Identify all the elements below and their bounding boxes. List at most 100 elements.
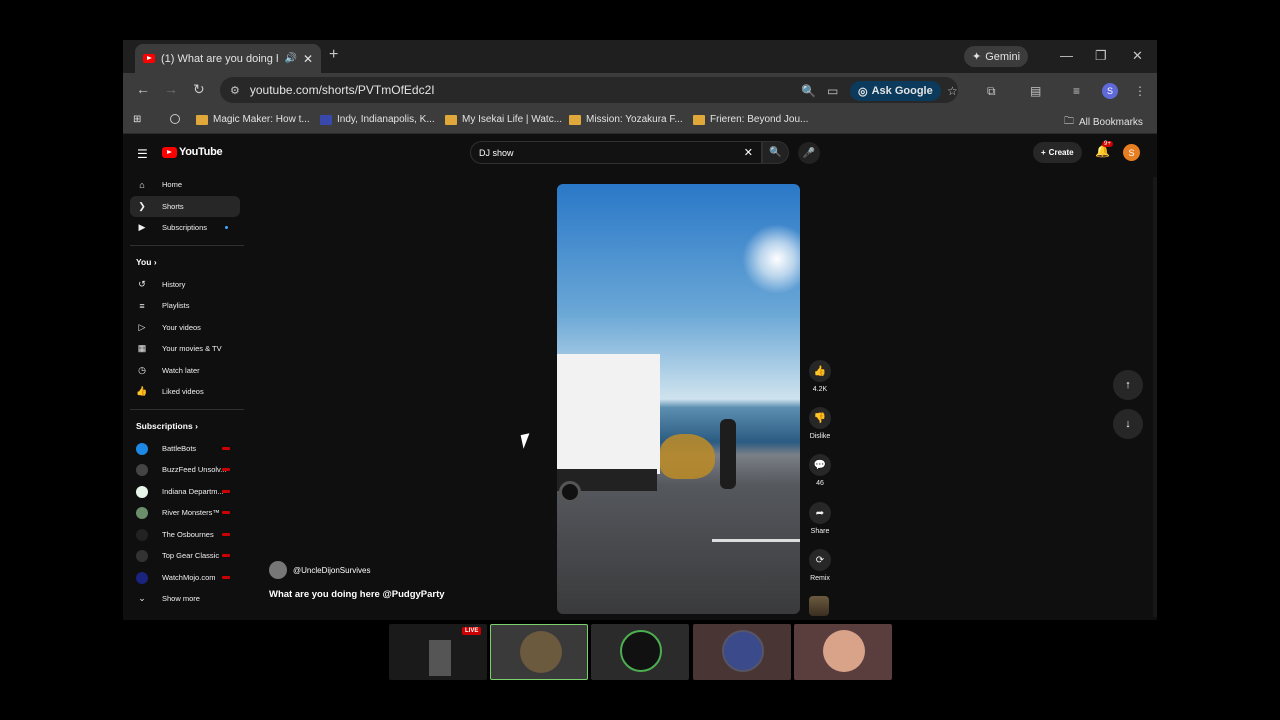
- subscription-watchmojo[interactable]: WatchMojo.com: [130, 567, 240, 588]
- bookmark-favicon-icon: [569, 114, 581, 125]
- tab-search-icon[interactable]: ▤: [1030, 84, 1041, 98]
- bookmark-favicon-icon: [693, 114, 705, 125]
- sidebar-item-subscriptions[interactable]: ▶ Subscriptions: [130, 217, 240, 238]
- forward-arrow-icon[interactable]: →: [164, 81, 178, 97]
- thumbs-up-icon: 👍: [809, 360, 831, 382]
- account-avatar[interactable]: S: [1123, 144, 1140, 161]
- tab-close-icon[interactable]: ✕: [303, 52, 313, 66]
- previous-short-button[interactable]: ↑: [1113, 370, 1143, 400]
- back-arrow-icon[interactable]: ←: [136, 81, 150, 97]
- reload-icon[interactable]: ↻: [193, 81, 205, 98]
- channel-avatar: [136, 463, 148, 476]
- chevron-down-icon: ⌄: [138, 593, 146, 603]
- restore-icon[interactable]: ❐: [1095, 48, 1107, 64]
- sidebar-item-home[interactable]: ⌂ Home: [130, 174, 240, 195]
- search-input[interactable]: DJ show ✕: [470, 141, 762, 164]
- comments-button[interactable]: 💬 46: [807, 454, 833, 487]
- subscription-top-gear[interactable]: Top Gear Classic: [130, 545, 240, 566]
- show-more-button[interactable]: ⌄ Show more: [130, 588, 240, 609]
- short-video-player[interactable]: [557, 184, 800, 614]
- audio-playing-icon[interactable]: 🔊: [284, 53, 296, 64]
- site-info-icon[interactable]: ⚙: [230, 84, 240, 97]
- bookmark-item[interactable]: Indy, Indianapolis, K...: [320, 114, 435, 125]
- bookmark-item[interactable]: Mission: Yozakura F...: [569, 114, 683, 125]
- folder-icon: 🗀: [1064, 116, 1074, 127]
- channel-avatar[interactable]: [269, 561, 287, 579]
- subscription-osbournes[interactable]: The Osbournes: [130, 524, 240, 545]
- browser-menu-icon[interactable]: ⋮: [1134, 84, 1146, 98]
- sidebar-item-shorts[interactable]: ❯ Shorts: [130, 196, 240, 217]
- share-button[interactable]: ➦ Share: [807, 502, 833, 535]
- subscription-battlebots[interactable]: BattleBots: [130, 438, 240, 459]
- gemini-label: Gemini: [985, 50, 1021, 63]
- like-button[interactable]: 👍 4.2K: [807, 360, 833, 393]
- search-value[interactable]: DJ show: [479, 148, 514, 158]
- voice-search-button[interactable]: 🎤: [798, 142, 820, 164]
- participant-tile[interactable]: [794, 624, 892, 680]
- sidebar-item-movies[interactable]: ▦ Your movies & TV: [130, 338, 240, 359]
- remix-icon: ⟳: [809, 549, 831, 571]
- participant-tile[interactable]: LIVE: [389, 624, 487, 680]
- you-heading[interactable]: You ›: [136, 257, 157, 267]
- participant-tile[interactable]: [591, 624, 689, 680]
- remix-button[interactable]: ⟳ Remix: [807, 549, 833, 582]
- gemini-button[interactable]: ✦ Gemini: [964, 46, 1029, 67]
- sound-thumbnail[interactable]: [809, 596, 829, 616]
- sidebar-item-playlists[interactable]: ≡ Playlists: [130, 295, 240, 316]
- sidebar-item-watch-later[interactable]: ◷ Watch later: [130, 360, 240, 381]
- subscription-indiana[interactable]: Indiana Departm...: [130, 481, 240, 502]
- bookmark-item[interactable]: Frieren: Beyond Jou...: [693, 114, 808, 125]
- browser-tab[interactable]: (1) What are you doing here 🔊 ✕: [135, 44, 321, 73]
- globe-icon[interactable]: [170, 114, 180, 124]
- create-button[interactable]: + Create: [1033, 142, 1082, 163]
- all-bookmarks[interactable]: 🗀 All Bookmarks: [1064, 114, 1143, 131]
- window-close-icon[interactable]: ✕: [1132, 48, 1143, 64]
- media-controls-icon[interactable]: ≡: [1073, 84, 1080, 98]
- shorts-icon: ❯: [138, 201, 146, 211]
- cast-icon[interactable]: ▭: [827, 84, 838, 98]
- scrollbar[interactable]: [1153, 177, 1157, 617]
- sidebar-item-your-videos[interactable]: ▷ Your videos: [130, 317, 240, 338]
- next-short-button[interactable]: ↓: [1113, 409, 1143, 439]
- gemini-sparkle-icon: ✦: [972, 51, 982, 63]
- subscription-river-monsters[interactable]: River Monsters™: [130, 502, 240, 523]
- thumbs-up-icon: 👍: [136, 386, 148, 396]
- plus-icon: +: [1041, 148, 1046, 157]
- search-page-icon[interactable]: 🔍: [801, 84, 816, 98]
- live-badge: LIVE: [462, 627, 482, 635]
- sidebar-item-history[interactable]: ↺ History: [130, 274, 240, 295]
- subscription-buzzfeed[interactable]: BuzzFeed Unsolv...: [130, 459, 240, 480]
- channel-avatar: [136, 442, 148, 455]
- share-icon: ➦: [809, 502, 831, 524]
- channel-avatar: [136, 549, 148, 562]
- arrow-down-icon: ↓: [1125, 418, 1131, 430]
- participant-tile[interactable]: [693, 624, 791, 680]
- browser-toolbar: ← → ↻ ⚙ youtube.com/shorts/PVTmOfEdc2I 🔍…: [123, 73, 1157, 107]
- hamburger-menu-icon[interactable]: ☰: [137, 147, 148, 161]
- subscriptions-heading[interactable]: Subscriptions ›: [136, 421, 198, 431]
- bookmark-favicon-icon: [196, 114, 208, 125]
- ask-google-button[interactable]: ◎ Ask Google: [850, 81, 941, 101]
- channel-avatar: [136, 571, 148, 584]
- sidebar-item-liked[interactable]: 👍 Liked videos: [130, 381, 240, 402]
- search-button[interactable]: 🔍: [762, 141, 789, 164]
- youtube-logo[interactable]: YouTube: [162, 146, 223, 158]
- short-channel[interactable]: @UncleDijonSurvives: [269, 561, 370, 579]
- browser-profile-avatar[interactable]: S: [1102, 83, 1118, 99]
- new-tab-button[interactable]: +: [329, 46, 338, 64]
- url-text[interactable]: youtube.com/shorts/PVTmOfEdc2I: [250, 83, 435, 97]
- participant-tile[interactable]: [490, 624, 588, 680]
- channel-handle[interactable]: @UncleDijonSurvives: [293, 566, 370, 575]
- apps-grid-icon[interactable]: ⊞: [133, 114, 141, 125]
- sidebar: ⌂ Home ❯ Shorts ▶ Subscriptions You › ↺ Hist…: [123, 174, 248, 620]
- clear-search-icon[interactable]: ✕: [744, 146, 753, 159]
- bookmark-star-icon[interactable]: ☆: [947, 84, 958, 98]
- bookmark-item[interactable]: Magic Maker: How t...: [196, 114, 310, 125]
- dislike-button[interactable]: 👎 Dislike: [807, 407, 833, 440]
- address-bar[interactable]: ⚙ youtube.com/shorts/PVTmOfEdc2I: [220, 77, 958, 103]
- bookmark-item[interactable]: My Isekai Life | Watc...: [445, 114, 562, 125]
- notifications-bell-icon[interactable]: 🔔 9+: [1095, 141, 1113, 158]
- extensions-icon[interactable]: ⧉: [987, 84, 996, 99]
- live-indicator-icon: [222, 468, 230, 471]
- minimize-icon[interactable]: —: [1060, 48, 1073, 63]
